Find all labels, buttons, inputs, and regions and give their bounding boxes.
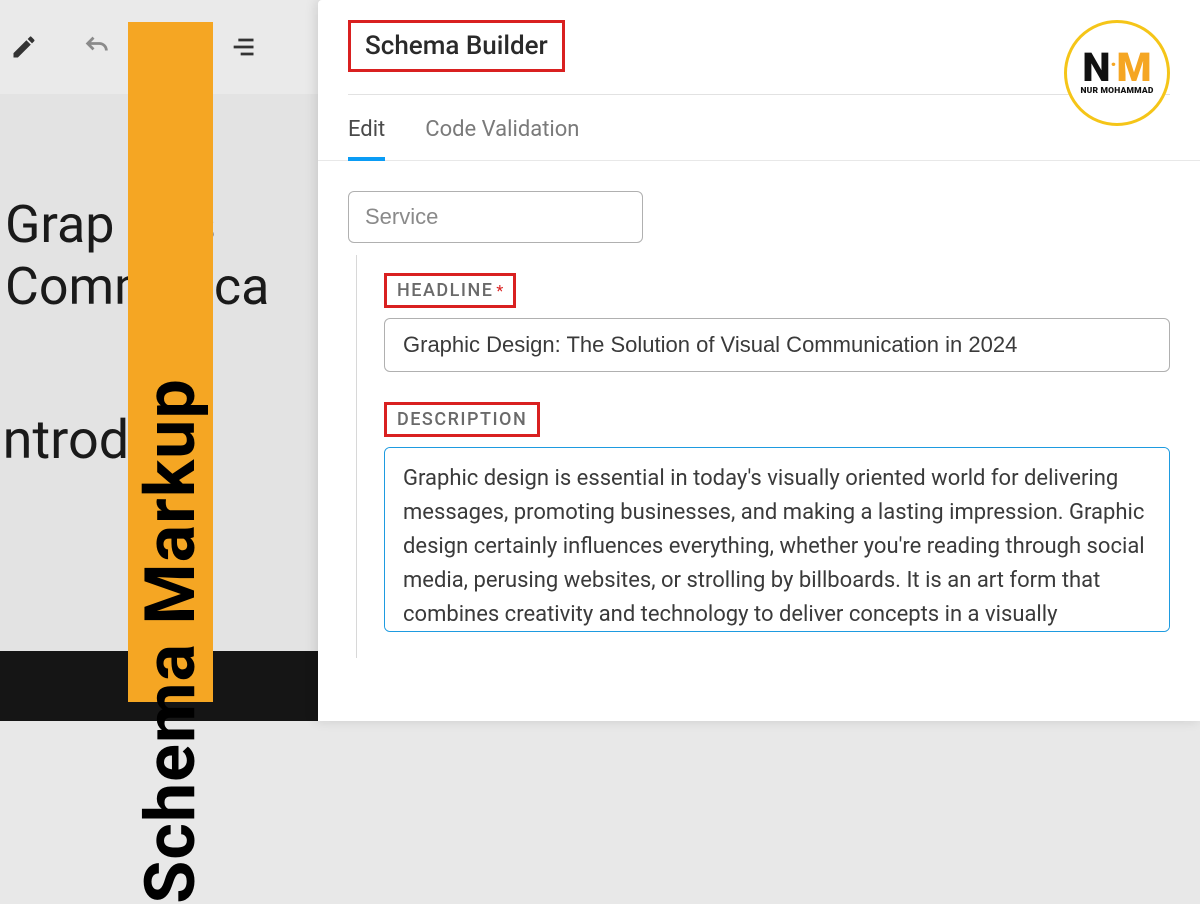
schema-type-input[interactable] (348, 191, 643, 243)
required-asterisk: * (496, 281, 503, 300)
logo-circle: N.M NUR MOHAMMAD (1064, 20, 1170, 126)
panel-title: Schema Builder (365, 31, 548, 61)
brand-logo: N.M NUR MOHAMMAD (1064, 20, 1170, 126)
headline-label: HEADLINE (397, 280, 493, 301)
field-headline-group: HEADLINE* (384, 273, 1170, 372)
vertical-badge-text: Schema Markup (130, 378, 212, 903)
description-label-highlight: DESCRIPTION (384, 402, 540, 437)
description-textarea[interactable] (384, 447, 1170, 632)
tab-edit[interactable]: Edit (348, 95, 385, 160)
vertical-badge: Schema Markup (128, 22, 213, 702)
headline-input[interactable] (384, 318, 1170, 372)
undo-icon[interactable] (83, 33, 111, 61)
description-label: DESCRIPTION (397, 409, 527, 430)
schema-builder-panel: Schema Builder Edit Code Validation HEAD… (318, 0, 1200, 721)
logo-name: NUR MOHAMMAD (1080, 86, 1153, 96)
menu-icon[interactable] (229, 33, 257, 61)
tab-code-validation[interactable]: Code Validation (425, 95, 579, 160)
logo-initials: N.M (1082, 50, 1151, 86)
pencil-icon[interactable] (10, 33, 38, 61)
field-description-group: DESCRIPTION (384, 402, 1170, 636)
headline-label-highlight: HEADLINE* (384, 273, 516, 308)
panel-title-highlight: Schema Builder (348, 20, 565, 72)
panel-body: HEADLINE* DESCRIPTION (318, 161, 1200, 666)
